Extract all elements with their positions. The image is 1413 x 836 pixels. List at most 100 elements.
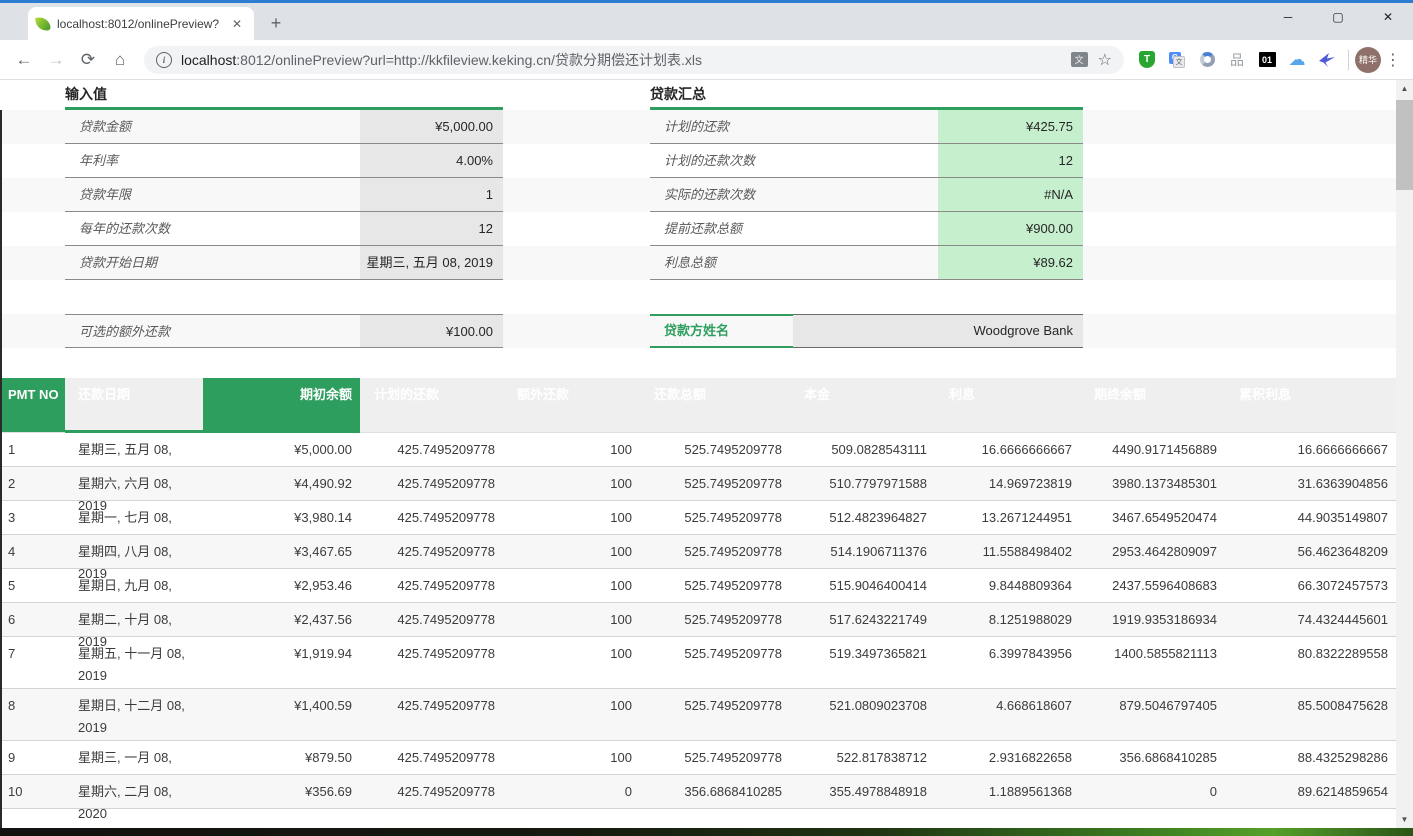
table-cell: ¥3,467.65 xyxy=(203,535,360,569)
back-button[interactable]: ← xyxy=(10,46,38,74)
table-cell: 355.4978848918 xyxy=(790,775,935,809)
scrollbar-thumb[interactable] xyxy=(1396,100,1413,190)
browser-menu-icon[interactable]: ⋮ xyxy=(1381,50,1405,70)
row-value: 1 xyxy=(360,178,503,211)
row-label: 提前还款总额 xyxy=(650,212,938,245)
table-cell: 74.4324445601 xyxy=(1225,603,1396,637)
table-cell: 56.4623648209 xyxy=(1225,535,1396,569)
table-cell: 509.0828543111 xyxy=(790,433,935,467)
table-cell: 525.7495209778 xyxy=(640,501,790,535)
minimize-button[interactable]: ─ xyxy=(1263,0,1313,34)
translate-page-icon[interactable]: 文 xyxy=(1071,52,1088,67)
summary-title: 贷款汇总 xyxy=(650,82,1083,106)
translate-extension-icon[interactable]: G文 xyxy=(1164,46,1190,74)
table-cell: 0 xyxy=(503,775,640,809)
shield-extension-icon[interactable]: T xyxy=(1134,46,1160,74)
url-text: localhost:8012/onlinePreview?url=http://… xyxy=(181,50,1063,70)
row-value: ¥5,000.00 xyxy=(360,110,503,143)
table-cell: ¥1,919.94 xyxy=(203,637,360,689)
table-cell: 525.7495209778 xyxy=(640,689,790,741)
table-cell: 522.817838712 xyxy=(790,741,935,775)
table-cell: 4490.9171456889 xyxy=(1080,433,1225,467)
row-label: 计划的还款 xyxy=(650,110,938,143)
table-cell: 425.7495209778 xyxy=(360,433,503,467)
tab-title: localhost:8012/onlinePreview? xyxy=(57,17,228,31)
close-button[interactable]: ✕ xyxy=(1363,0,1413,34)
row-value: 12 xyxy=(360,212,503,245)
row-label: 年利率 xyxy=(65,144,360,177)
extra-payment-row: 可选的额外还款 ¥100.00 xyxy=(65,314,503,348)
new-tab-button[interactable]: + xyxy=(262,9,290,37)
table-row: 3星期一, 七月 08, 2019¥3,980.14425.7495209778… xyxy=(0,501,1396,535)
data-row: 年利率4.00% xyxy=(65,144,503,178)
data-row: 计划的还款¥425.75 xyxy=(650,110,1083,144)
amortization-table: PMT NO还款日期期初余额计划的还款额外还款还款总额本金利息期终余额累积利息 … xyxy=(0,378,1396,809)
table-cell: 100 xyxy=(503,569,640,603)
table-cell: 85.5008475628 xyxy=(1225,689,1396,741)
browser-toolbar: ← → ⟳ ⌂ i localhost:8012/onlinePreview?u… xyxy=(0,40,1413,80)
table-cell: 514.1906711376 xyxy=(790,535,935,569)
ring-extension-icon[interactable] xyxy=(1194,46,1220,74)
table-cell: 1400.5855821113 xyxy=(1080,637,1225,689)
table-cell: 66.3072457573 xyxy=(1225,569,1396,603)
profile-avatar[interactable]: 精华 xyxy=(1355,47,1381,73)
table-cell: 525.7495209778 xyxy=(640,433,790,467)
tab-close-icon[interactable]: ✕ xyxy=(228,15,246,33)
table-cell: ¥5,000.00 xyxy=(203,433,360,467)
table-cell: 4.668618607 xyxy=(935,689,1080,741)
lender-row: 贷款方姓名 Woodgrove Bank xyxy=(650,314,1083,348)
table-cell: 100 xyxy=(503,501,640,535)
vertical-scrollbar[interactable]: ▲ ▼ xyxy=(1396,80,1413,828)
column-header: 利息 xyxy=(935,378,1080,433)
table-cell: 100 xyxy=(503,603,640,637)
forward-button[interactable]: → xyxy=(42,46,70,74)
cloud-extension-icon[interactable]: ☁ xyxy=(1284,46,1310,74)
home-button[interactable]: ⌂ xyxy=(106,46,134,74)
row-label: 贷款开始日期 xyxy=(65,246,360,279)
column-header: 本金 xyxy=(790,378,935,433)
page-info-icon[interactable]: i xyxy=(156,52,172,68)
table-cell: 星期日, 九月 08, 2019 xyxy=(65,569,203,603)
reload-button[interactable]: ⟳ xyxy=(74,46,102,74)
address-bar[interactable]: i localhost:8012/onlinePreview?url=http:… xyxy=(144,46,1124,74)
row-label: 利息总额 xyxy=(650,246,938,279)
table-cell: 89.6214859654 xyxy=(1225,775,1396,809)
table-cell: 525.7495209778 xyxy=(640,467,790,501)
bookmark-star-icon[interactable]: ☆ xyxy=(1098,50,1112,70)
table-row: 7星期五, 十一月 08, 2019¥1,919.94425.749520977… xyxy=(0,637,1396,689)
row-value: 12 xyxy=(938,144,1083,177)
data-row: 提前还款总额¥900.00 xyxy=(650,212,1083,246)
table-row: 8星期日, 十二月 08, 2019¥1,400.59425.749520977… xyxy=(0,689,1396,741)
table-cell: 100 xyxy=(503,741,640,775)
summary-section: 贷款汇总 计划的还款¥425.75计划的还款次数12实际的还款次数#N/A提前还… xyxy=(650,82,1083,280)
table-body: 1星期三, 五月 08, 2019¥5,000.00425.7495209778… xyxy=(0,433,1396,809)
01-badge-extension-icon[interactable]: 01 xyxy=(1254,46,1280,74)
table-cell: 425.7495209778 xyxy=(360,637,503,689)
table-cell: 512.4823964827 xyxy=(790,501,935,535)
column-header: 额外还款 xyxy=(503,378,640,433)
table-cell: ¥3,980.14 xyxy=(203,501,360,535)
table-cell: 星期六, 六月 08, 2019 xyxy=(65,467,203,501)
maximize-button[interactable]: ▢ xyxy=(1313,0,1363,34)
table-cell: 425.7495209778 xyxy=(360,775,503,809)
row-label: 可选的额外还款 xyxy=(65,315,360,347)
inputs-section: 输入值 贷款金额¥5,000.00年利率4.00%贷款年限1每年的还款次数12贷… xyxy=(65,82,503,280)
browser-tab[interactable]: localhost:8012/onlinePreview? ✕ xyxy=(28,7,254,40)
table-cell: 16.6666666667 xyxy=(935,433,1080,467)
data-row: 贷款开始日期星期三, 五月 08, 2019 xyxy=(65,246,503,280)
table-cell: 2953.4642809097 xyxy=(1080,535,1225,569)
table-cell: ¥2,953.46 xyxy=(203,569,360,603)
row-value: ¥100.00 xyxy=(360,315,503,347)
table-cell: 13.2671244951 xyxy=(935,501,1080,535)
scroll-up-arrow-icon[interactable]: ▲ xyxy=(1396,80,1413,97)
table-cell: 100 xyxy=(503,535,640,569)
data-row: 每年的还款次数12 xyxy=(65,212,503,246)
table-cell: 星期日, 十二月 08, 2019 xyxy=(65,689,203,741)
sitemap-extension-icon[interactable]: 品 xyxy=(1224,46,1250,74)
scroll-down-arrow-icon[interactable]: ▼ xyxy=(1396,811,1413,828)
table-cell: 2.9316822658 xyxy=(935,741,1080,775)
row-value: ¥900.00 xyxy=(938,212,1083,245)
url-path: :8012/onlinePreview?url=http://kkfilevie… xyxy=(236,52,702,68)
column-header: 还款总额 xyxy=(640,378,790,433)
bird-extension-icon[interactable] xyxy=(1314,46,1340,74)
